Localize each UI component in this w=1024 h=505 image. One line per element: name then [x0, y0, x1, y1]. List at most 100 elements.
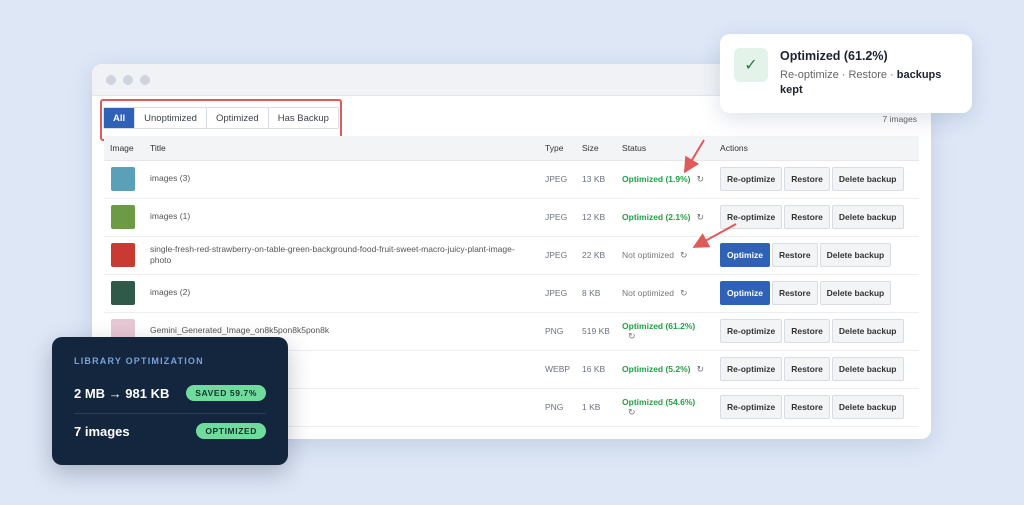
- filter-tabs: All Unoptimized Optimized Has Backup: [103, 107, 339, 129]
- cell-image: [104, 160, 144, 199]
- col-status: Status: [616, 136, 715, 161]
- cell-actions: Re-optimize Restore Delete backup: [714, 160, 919, 199]
- image-title: images (3): [150, 173, 191, 184]
- filter-tab-has-backup[interactable]: Has Backup: [269, 108, 338, 128]
- delete-backup-button[interactable]: Delete backup: [831, 395, 904, 419]
- delete-backup-button[interactable]: Delete backup: [831, 205, 904, 229]
- window-dot-maximize[interactable]: [140, 74, 150, 85]
- check-icon: ✓: [734, 48, 768, 82]
- image-title: images (2): [150, 287, 191, 298]
- stats-divider: [74, 413, 266, 414]
- restore-button[interactable]: Restore: [771, 281, 818, 305]
- history-icon[interactable]: ↻: [628, 407, 636, 418]
- restore-button[interactable]: Restore: [784, 319, 830, 343]
- optimized-toast: ✓ Optimized (61.2%) Re-optimize · Restor…: [720, 34, 972, 113]
- status-text: Optimized (5.2%): [622, 363, 691, 374]
- image-thumbnail[interactable]: [111, 243, 135, 267]
- cell-size: 519 KB: [576, 312, 617, 351]
- delete-backup-button[interactable]: Delete backup: [831, 357, 904, 381]
- window-dot-close[interactable]: [106, 74, 116, 85]
- window-dot-minimize[interactable]: [123, 74, 133, 85]
- status-text: Not optimized: [622, 287, 674, 298]
- cell-type: PNG: [539, 388, 577, 427]
- cell-type: JPEG: [539, 198, 577, 237]
- re-optimize-button[interactable]: Re-optimize: [720, 205, 783, 229]
- stats-size-line: 2 MB → 981 KB: [74, 385, 170, 401]
- image-title: images (1): [150, 211, 191, 222]
- filter-tab-optimized[interactable]: Optimized: [207, 108, 269, 128]
- cell-image: [104, 274, 144, 313]
- cell-type: PNG: [539, 312, 577, 351]
- cell-size: 8 KB: [576, 274, 617, 313]
- image-title: single-fresh-red-strawberry-on-table-gre…: [150, 243, 515, 265]
- toast-title: Optimized (61.2%): [780, 49, 888, 63]
- filter-tab-all[interactable]: All: [104, 108, 136, 128]
- image-thumbnail[interactable]: [111, 205, 135, 229]
- delete-backup-button[interactable]: Delete backup: [819, 281, 892, 305]
- cell-type: JPEG: [539, 236, 577, 275]
- re-optimize-button[interactable]: Re-optimize: [720, 395, 783, 419]
- cell-title: images (1): [144, 198, 539, 237]
- cell-size: 22 KB: [576, 236, 617, 275]
- stats-size-row: 2 MB → 981 KB SAVED 59.7%: [74, 385, 266, 401]
- table-row: single-fresh-red-strawberry-on-table-gre…: [104, 236, 919, 275]
- restore-button[interactable]: Restore: [784, 395, 830, 419]
- cell-title: single-fresh-red-strawberry-on-table-gre…: [144, 236, 539, 275]
- cell-actions: Re-optimize Restore Delete backup: [714, 350, 919, 389]
- status-text: Optimized (54.6%): [622, 396, 696, 407]
- status-text: Optimized (2.1%): [622, 211, 691, 222]
- col-size: Size: [576, 136, 617, 161]
- col-image: Image: [104, 136, 144, 161]
- history-icon[interactable]: ↻: [697, 364, 705, 375]
- cell-status: Optimized (2.1%) ↻: [616, 198, 715, 237]
- toast-subtitle: Re-optimize · Restore · backups kept: [780, 68, 962, 98]
- cell-image: [104, 198, 144, 237]
- cell-size: 13 KB: [576, 160, 617, 199]
- history-icon[interactable]: ↻: [697, 212, 705, 223]
- status-text: Not optimized: [622, 249, 674, 260]
- cell-status: Optimized (1.9%) ↻: [616, 160, 715, 199]
- library-optimization-panel: LIBRARY OPTIMIZATION 2 MB → 981 KB SAVED…: [52, 337, 288, 465]
- table-header-row: Image Title Type Size Status Actions: [104, 136, 919, 161]
- cell-size: 16 KB: [576, 350, 617, 389]
- saved-badge: SAVED 59.7%: [186, 385, 266, 401]
- delete-backup-button[interactable]: Delete backup: [831, 319, 904, 343]
- optimize-button[interactable]: Optimize: [720, 243, 770, 267]
- stats-count-row: 7 images OPTIMIZED: [74, 423, 266, 439]
- image-count: 7 images: [882, 114, 918, 124]
- re-optimize-button[interactable]: Re-optimize: [720, 319, 783, 343]
- stats-heading: LIBRARY OPTIMIZATION: [74, 356, 204, 366]
- optimize-button[interactable]: Optimize: [720, 281, 770, 305]
- restore-button[interactable]: Restore: [771, 243, 818, 267]
- table-row: images (1) JPEG 12 KB Optimized (2.1%) ↻ Re-o…: [104, 198, 919, 237]
- cell-status: Optimized (5.2%) ↻: [616, 350, 715, 389]
- cell-status: Optimized (54.6%)↻: [616, 388, 715, 427]
- restore-button[interactable]: Restore: [784, 357, 830, 381]
- restore-button[interactable]: Restore: [784, 205, 830, 229]
- history-icon[interactable]: ↻: [680, 250, 688, 261]
- cell-size: 1 KB: [576, 388, 617, 427]
- cell-actions: Re-optimize Restore Delete backup: [714, 388, 919, 427]
- re-optimize-button[interactable]: Re-optimize: [720, 167, 783, 191]
- table-row: images (3) JPEG 13 KB Optimized (1.9%) ↻ Re-o…: [104, 160, 919, 199]
- cell-actions: Optimize Restore Delete backup: [714, 236, 919, 275]
- status-text: Optimized (1.9%): [622, 173, 691, 184]
- stats-count-line: 7 images: [74, 423, 130, 439]
- history-icon[interactable]: ↻: [697, 174, 705, 185]
- delete-backup-button[interactable]: Delete backup: [819, 243, 892, 267]
- cell-status: Not optimized ↻: [616, 274, 715, 313]
- cell-status: Optimized (61.2%)↻: [616, 312, 715, 351]
- history-icon[interactable]: ↻: [628, 331, 636, 342]
- cell-title: images (3): [144, 160, 539, 199]
- image-thumbnail[interactable]: [111, 281, 135, 305]
- delete-backup-button[interactable]: Delete backup: [831, 167, 904, 191]
- cell-actions: Re-optimize Restore Delete backup: [714, 312, 919, 351]
- history-icon[interactable]: ↻: [680, 288, 688, 299]
- re-optimize-button[interactable]: Re-optimize: [720, 357, 783, 381]
- restore-button[interactable]: Restore: [784, 167, 830, 191]
- image-thumbnail[interactable]: [111, 167, 135, 191]
- cell-size: 12 KB: [576, 198, 617, 237]
- cell-type: JPEG: [539, 274, 577, 313]
- toast-sub-plain: Re-optimize · Restore ·: [780, 69, 894, 81]
- filter-tab-unoptimized[interactable]: Unoptimized: [135, 108, 207, 128]
